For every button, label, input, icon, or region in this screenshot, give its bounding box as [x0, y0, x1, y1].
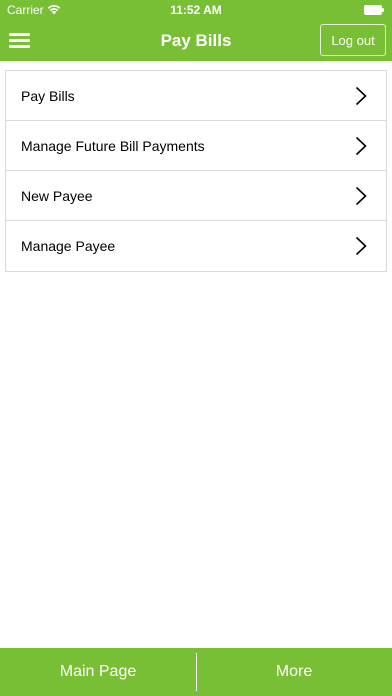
status-time: 11:52 AM: [170, 3, 222, 17]
nav-bar: Pay Bills Log out: [0, 20, 392, 61]
menu-item-label: Pay Bills: [21, 88, 75, 104]
chevron-right-icon: [355, 236, 367, 256]
menu-item-new-payee[interactable]: New Payee: [6, 171, 386, 221]
status-bar: Carrier 11:52 AM: [0, 0, 392, 20]
menu-item-label: New Payee: [21, 188, 93, 204]
bottom-tab-bar: Main Page More: [0, 648, 392, 696]
top-bar: Carrier 11:52 AM Pay Bills Log out: [0, 0, 392, 61]
menu-item-pay-bills[interactable]: Pay Bills: [6, 71, 386, 121]
logout-button[interactable]: Log out: [320, 24, 386, 56]
chevron-right-icon: [355, 136, 367, 156]
menu-item-manage-payee[interactable]: Manage Payee: [6, 221, 386, 271]
app-screen: Carrier 11:52 AM Pay Bills Log out Pay B…: [0, 0, 392, 696]
battery-icon: [364, 5, 384, 15]
more-tab[interactable]: More: [196, 648, 392, 696]
menu-item-label: Manage Payee: [21, 238, 116, 254]
chevron-right-icon: [355, 186, 367, 206]
chevron-right-icon: [355, 86, 367, 106]
main-page-tab[interactable]: Main Page: [0, 648, 196, 696]
pay-bills-menu-list: Pay Bills Manage Future Bill Payments Ne…: [5, 70, 387, 272]
menu-item-manage-future-bill-payments[interactable]: Manage Future Bill Payments: [6, 121, 386, 171]
menu-item-label: Manage Future Bill Payments: [21, 138, 205, 154]
